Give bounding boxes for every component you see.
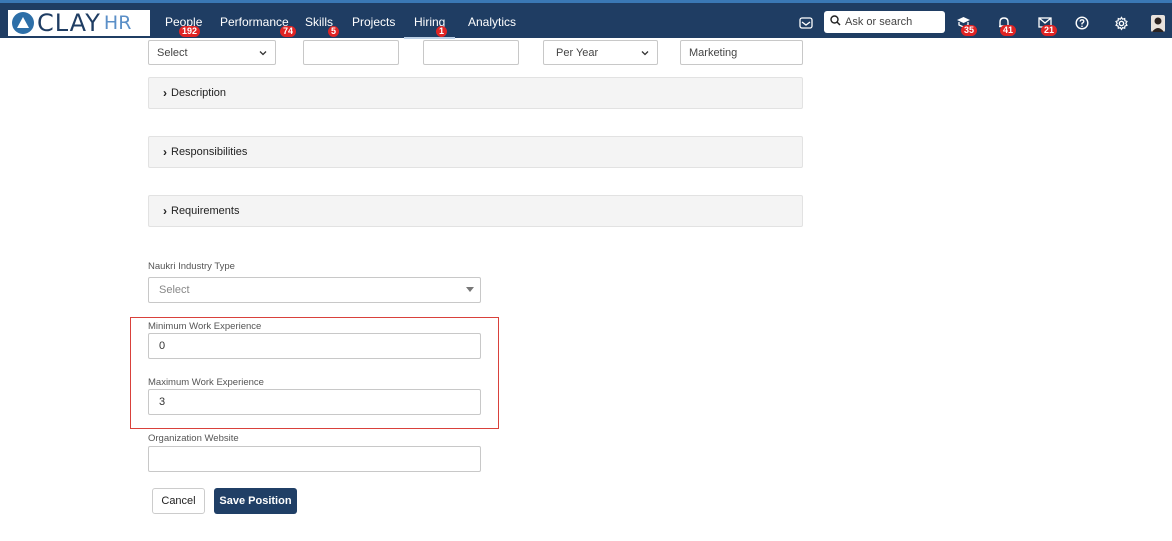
section-label: Description bbox=[171, 87, 227, 99]
caret-down-icon bbox=[466, 287, 474, 292]
top-row-input-2[interactable] bbox=[423, 40, 519, 65]
logo-text-main: CLAY bbox=[37, 9, 101, 37]
chevron-right-icon: › bbox=[163, 145, 167, 159]
chevron-right-icon: › bbox=[163, 86, 167, 100]
nav-item-label: Analytics bbox=[468, 15, 517, 29]
min-experience-input[interactable]: 0 bbox=[148, 333, 481, 359]
max-experience-input[interactable]: 3 bbox=[148, 389, 481, 415]
nav-item-analytics[interactable]: Analytics bbox=[468, 15, 516, 29]
period-value: Per Year bbox=[556, 46, 599, 59]
min-experience-value: 0 bbox=[159, 340, 166, 352]
nav-item-hiring[interactable]: Hiring 1 bbox=[404, 15, 456, 39]
nav-item-skills[interactable]: Skills 5 bbox=[305, 15, 340, 37]
nav-item-projects[interactable]: Projects bbox=[352, 15, 395, 29]
chevron-right-icon: › bbox=[163, 204, 167, 218]
max-experience-value: 3 bbox=[159, 396, 166, 408]
section-responsibilities[interactable]: › Responsibilities bbox=[148, 136, 803, 168]
select-value: Select bbox=[157, 46, 188, 59]
logo-text-sub: HR bbox=[103, 12, 132, 34]
nav-item-people[interactable]: People 192 bbox=[165, 15, 202, 37]
mail-count-badge: 21 bbox=[1041, 25, 1058, 36]
search-icon bbox=[830, 13, 841, 31]
hiring-count-badge: 1 bbox=[436, 26, 448, 37]
website-input[interactable] bbox=[148, 446, 481, 472]
section-label: Requirements bbox=[171, 205, 240, 217]
notifications-count-badge: 41 bbox=[1000, 25, 1017, 36]
industry-type-value: Select bbox=[159, 284, 190, 296]
notifications-icon[interactable]: 41 bbox=[995, 14, 1017, 36]
skills-count-badge: 5 bbox=[328, 26, 340, 37]
section-label: Responsibilities bbox=[171, 146, 248, 158]
settings-icon[interactable] bbox=[1112, 14, 1130, 32]
min-experience-label: Minimum Work Experience bbox=[148, 321, 262, 332]
learning-count-badge: 35 bbox=[961, 25, 978, 36]
chevron-down-icon bbox=[641, 51, 649, 56]
industry-type-label: Naukri Industry Type bbox=[148, 261, 235, 272]
mail-icon[interactable]: 21 bbox=[1036, 14, 1058, 36]
cancel-button[interactable]: Cancel bbox=[152, 488, 205, 514]
performance-count-badge: 74 bbox=[280, 26, 297, 37]
chevron-down-icon bbox=[259, 51, 267, 56]
search-placeholder: Ask or search bbox=[845, 16, 913, 28]
section-description[interactable]: › Description bbox=[148, 77, 803, 109]
website-label: Organization Website bbox=[148, 433, 239, 444]
industry-type-select[interactable]: Select bbox=[148, 277, 481, 303]
help-icon[interactable] bbox=[1073, 14, 1091, 32]
nav-item-label: Projects bbox=[352, 15, 396, 29]
top-row-select[interactable]: Select bbox=[148, 40, 276, 65]
department-field[interactable]: Marketing bbox=[680, 40, 803, 65]
logo-mark-icon bbox=[12, 12, 34, 34]
max-experience-label: Maximum Work Experience bbox=[148, 377, 264, 388]
nav-item-label: Performance bbox=[220, 15, 289, 29]
people-count-badge: 192 bbox=[179, 26, 201, 37]
avatar-icon[interactable] bbox=[1150, 14, 1166, 32]
period-select[interactable]: Per Year bbox=[543, 40, 658, 65]
search-input[interactable]: Ask or search bbox=[824, 11, 945, 33]
save-position-button[interactable]: Save Position bbox=[214, 488, 297, 514]
department-value: Marketing bbox=[689, 46, 738, 59]
nav-item-performance[interactable]: Performance 74 bbox=[220, 15, 297, 37]
section-requirements[interactable]: › Requirements bbox=[148, 195, 803, 227]
learning-icon[interactable]: 35 bbox=[954, 14, 978, 36]
clayhr-logo[interactable]: CLAY HR bbox=[8, 10, 150, 36]
top-row-input-1[interactable] bbox=[303, 40, 399, 65]
top-navbar: CLAY HR People 192 Performance 74 Skills… bbox=[0, 0, 1172, 39]
inbox-icon[interactable] bbox=[797, 14, 815, 32]
